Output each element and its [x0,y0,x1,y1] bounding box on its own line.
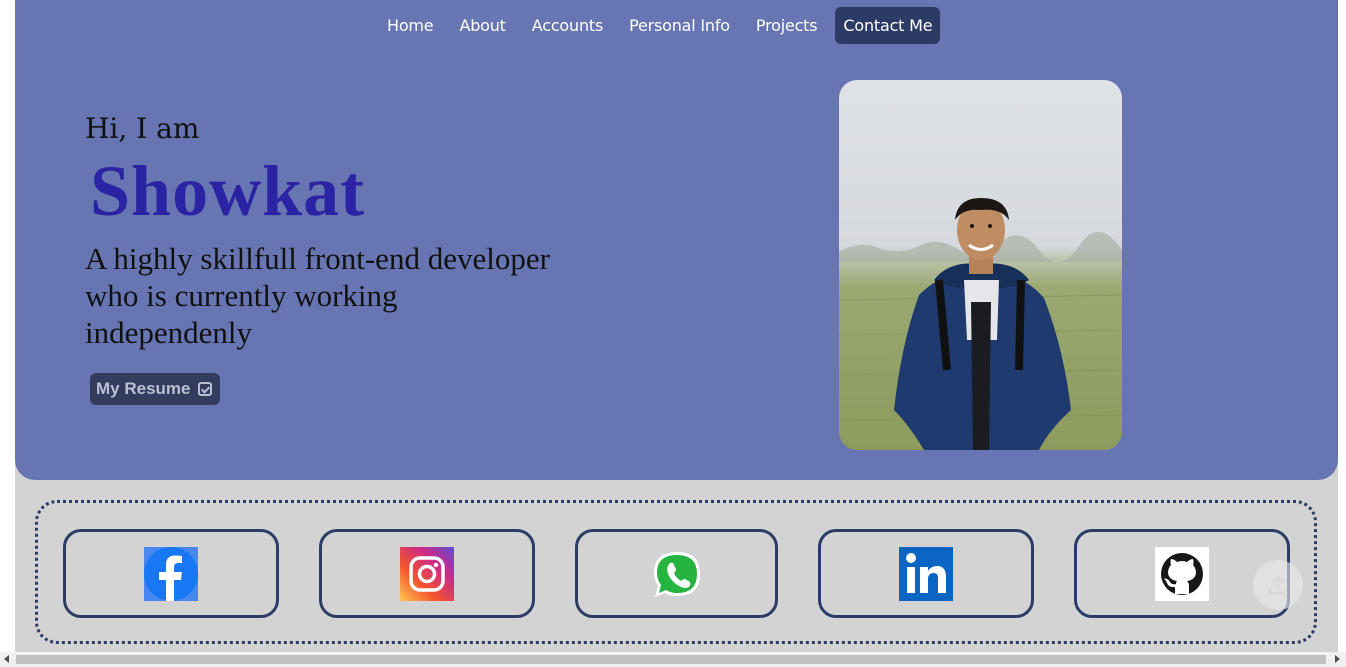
hero-tagline: A highly skillfull front-end developer w… [85,241,550,350]
resume-button[interactable]: My Resume [90,373,221,405]
whatsapp-link[interactable] [575,529,778,618]
scroll-right-arrow-icon[interactable] [1335,655,1340,663]
linkedin-link[interactable] [818,529,1034,618]
linkedin-icon [899,546,953,601]
greeting-text: Hi, I am [85,112,200,145]
facebook-link[interactable] [63,529,279,618]
nav-item-contact-me[interactable]: Contact Me [835,7,941,44]
resume-button-label: My Resume [96,379,191,398]
main-nav: Home About Accounts Personal Info Projec… [379,6,950,45]
scroll-left-arrow-icon[interactable] [4,655,9,663]
nav-item-projects[interactable]: Projects [748,7,825,44]
profile-photo-illustration [839,198,1122,450]
checkbox-icon [198,382,213,396]
nav-item-home[interactable]: Home [379,7,441,44]
nav-item-accounts[interactable]: Accounts [524,7,611,44]
hero-name: Showkat [90,151,366,231]
github-icon [1155,546,1209,601]
instagram-icon [400,546,454,601]
page: Home About Accounts Personal Info Projec… [15,0,1338,652]
nav-item-personal-info[interactable]: Personal Info [621,7,738,44]
social-links [35,500,1317,644]
hero-section: Home About Accounts Personal Info Projec… [15,0,1338,480]
instagram-link[interactable] [319,529,535,618]
facebook-icon [144,546,198,601]
upload-arrow-icon [1268,575,1288,595]
whatsapp-icon [653,551,700,597]
profile-photo [839,80,1122,450]
nav-item-about[interactable]: About [451,7,513,44]
scrollbar-thumb[interactable] [16,655,1326,664]
scroll-to-top-button[interactable] [1253,560,1303,610]
horizontal-scrollbar[interactable] [0,652,1346,667]
